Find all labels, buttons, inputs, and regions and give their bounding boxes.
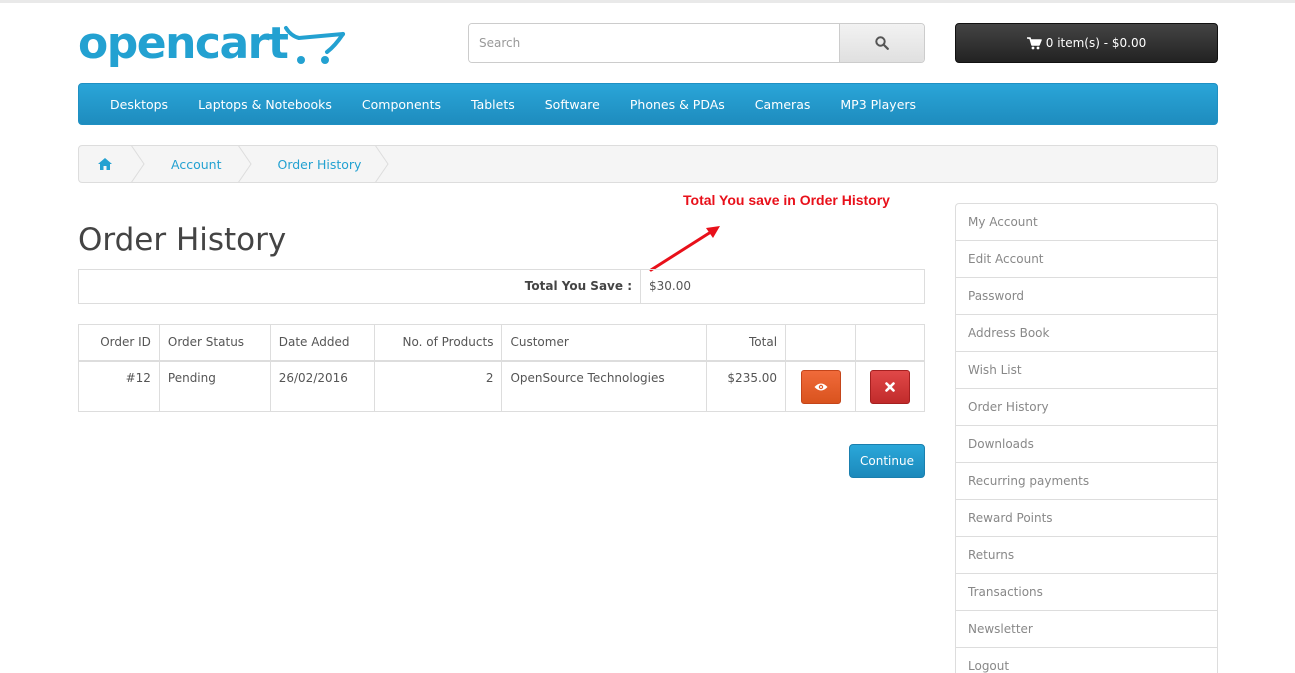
total-savings-value: $30.00: [649, 279, 691, 293]
menu-item-mp3-players[interactable]: MP3 Players: [825, 97, 931, 112]
menu-item-tablets[interactable]: Tablets: [456, 97, 530, 112]
account-sidebar: My Account Edit Account Password Address…: [955, 203, 1218, 673]
breadcrumb-account[interactable]: Account: [145, 146, 238, 182]
table-row: #12 Pending 26/02/2016 2 OpenSource Tech…: [78, 360, 925, 412]
menu-item-components[interactable]: Components: [347, 97, 456, 112]
menu-item-phones-pdas[interactable]: Phones & PDAs: [615, 97, 740, 112]
search-bar: [468, 23, 925, 63]
cell-order-id: #12: [78, 360, 160, 412]
sidebar-item-reward-points[interactable]: Reward Points: [956, 500, 1217, 537]
column-header-order-status: Order Status: [158, 324, 271, 362]
cell-products: 2: [373, 360, 503, 412]
breadcrumb-separator: [375, 145, 390, 183]
sidebar-item-edit-account[interactable]: Edit Account: [956, 241, 1217, 278]
breadcrumb-separator: [131, 145, 145, 183]
annotation-text: Total You save in Order History: [683, 192, 890, 208]
cart-logo-icon: [284, 26, 345, 64]
sidebar-item-recurring-payments[interactable]: Recurring payments: [956, 463, 1217, 500]
home-icon: [98, 158, 112, 170]
breadcrumb-separator: [238, 145, 253, 183]
cell-date-added: 26/02/2016: [269, 360, 375, 412]
cart-button[interactable]: 0 item(s) - $0.00: [955, 23, 1218, 63]
shopping-cart-icon: [1026, 36, 1042, 49]
sidebar-item-order-history[interactable]: Order History: [956, 389, 1217, 426]
column-header-customer: Customer: [501, 324, 708, 362]
menu-item-cameras[interactable]: Cameras: [740, 97, 826, 112]
column-header-total: Total: [706, 324, 787, 362]
column-header-date-added: Date Added: [269, 324, 375, 362]
orders-table: Order ID Order Status Date Added No. of …: [78, 324, 925, 412]
sidebar-item-downloads[interactable]: Downloads: [956, 426, 1217, 463]
view-order-button[interactable]: [800, 369, 841, 404]
delete-order-button[interactable]: [870, 369, 910, 404]
eye-icon: [814, 383, 828, 390]
breadcrumb-home[interactable]: [79, 146, 131, 182]
total-savings-box: Total You Save : $30.00: [78, 269, 925, 304]
search-button[interactable]: [839, 24, 924, 62]
sidebar-item-returns[interactable]: Returns: [956, 537, 1217, 574]
cell-delete: [855, 360, 925, 412]
breadcrumb: Account Order History: [78, 145, 1218, 183]
menu-item-desktops[interactable]: Desktops: [95, 97, 183, 112]
column-header-delete: [855, 324, 925, 362]
opencart-logo[interactable]: opencart: [78, 18, 348, 74]
top-border: [0, 0, 1295, 3]
column-header-products: No. of Products: [373, 324, 503, 362]
column-header-view: [785, 324, 856, 362]
table-header-row: Order ID Order Status Date Added No. of …: [78, 324, 925, 362]
cell-view: [785, 360, 856, 412]
sidebar-item-newsletter[interactable]: Newsletter: [956, 611, 1217, 648]
sidebar-item-my-account[interactable]: My Account: [956, 204, 1217, 241]
main-menu: Desktops Laptops & Notebooks Components …: [78, 83, 1218, 125]
sidebar-item-logout[interactable]: Logout: [956, 648, 1217, 673]
cell-order-status: Pending: [158, 360, 271, 412]
sidebar-item-password[interactable]: Password: [956, 278, 1217, 315]
close-icon: [885, 381, 895, 392]
cell-customer: OpenSource Technologies: [501, 360, 708, 412]
page-title: Order History: [78, 222, 287, 258]
breadcrumb-order-history[interactable]: Order History: [252, 146, 361, 182]
cell-total: $235.00: [706, 360, 787, 412]
column-header-order-id: Order ID: [78, 324, 160, 362]
total-savings-label: Total You Save :: [79, 270, 641, 303]
sidebar-item-transactions[interactable]: Transactions: [956, 574, 1217, 611]
search-input[interactable]: [469, 24, 839, 62]
continue-button[interactable]: Continue: [849, 444, 925, 478]
logo-text: opencart: [78, 18, 289, 69]
sidebar-item-address-book[interactable]: Address Book: [956, 315, 1217, 352]
sidebar-item-wish-list[interactable]: Wish List: [956, 352, 1217, 389]
search-icon: [875, 36, 889, 50]
cart-label: 0 item(s) - $0.00: [1045, 36, 1147, 50]
menu-item-software[interactable]: Software: [530, 97, 615, 112]
annotation-arrow-icon: [649, 226, 720, 272]
menu-item-laptops-notebooks[interactable]: Laptops & Notebooks: [183, 97, 347, 112]
